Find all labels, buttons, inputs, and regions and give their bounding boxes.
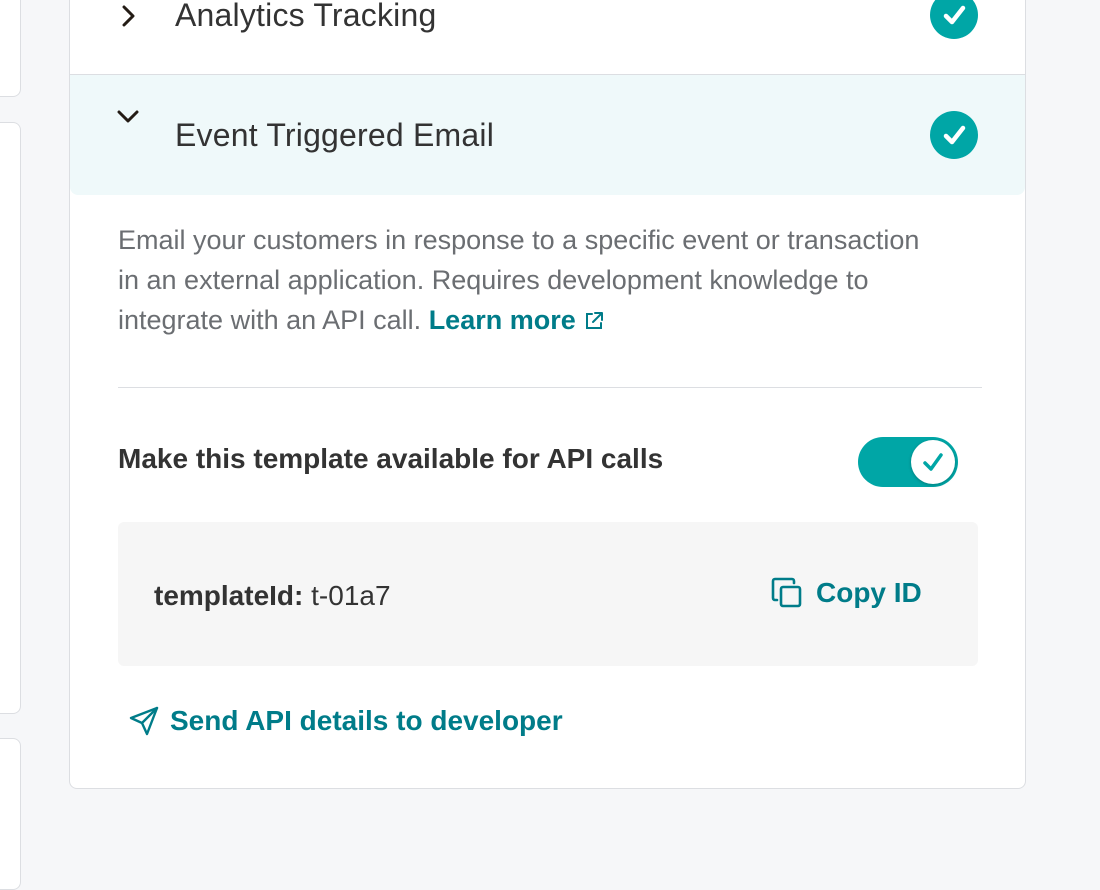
copy-id-button[interactable]: Copy ID bbox=[770, 576, 922, 610]
check-icon bbox=[923, 453, 943, 471]
toggle-knob bbox=[911, 440, 955, 484]
settings-panel: Analytics Tracking Event Triggered Email… bbox=[69, 0, 1026, 789]
left-card-top bbox=[0, 0, 21, 97]
copy-id-label: Copy ID bbox=[816, 577, 922, 608]
left-card-bottom bbox=[0, 738, 21, 890]
send-api-details-label: Send API details to developer bbox=[170, 705, 563, 736]
chevron-down-icon bbox=[117, 110, 139, 123]
copy-icon bbox=[771, 577, 802, 608]
learn-more-label: Learn more bbox=[428, 305, 576, 335]
analytics-tracking-check-icon bbox=[930, 0, 978, 39]
external-link-icon bbox=[585, 312, 603, 329]
api-toggle-label: Make this template available for API cal… bbox=[118, 443, 664, 474]
template-id-box: templateId: t-01a7 Copy ID bbox=[118, 522, 978, 666]
analytics-tracking-title: Analytics Tracking bbox=[175, 0, 437, 33]
template-id-key: templateId: bbox=[154, 580, 304, 611]
event-triggered-email-check-icon bbox=[930, 111, 978, 159]
learn-more-link[interactable]: Learn more bbox=[429, 305, 604, 335]
left-card-middle bbox=[0, 122, 21, 714]
template-id-value: t-01a7 bbox=[311, 580, 391, 611]
paper-plane-icon bbox=[129, 706, 159, 736]
template-id: templateId: t-01a7 bbox=[154, 580, 391, 612]
send-api-details-link[interactable]: Send API details to developer bbox=[128, 705, 563, 737]
event-email-description: Email your customers in response to a sp… bbox=[118, 220, 938, 340]
analytics-tracking-row[interactable]: Analytics Tracking bbox=[70, 0, 1025, 75]
section-divider bbox=[118, 387, 982, 388]
api-calls-toggle[interactable] bbox=[858, 437, 958, 487]
event-triggered-email-title: Event Triggered Email bbox=[175, 117, 495, 153]
chevron-right-icon bbox=[122, 5, 135, 27]
event-triggered-email-row[interactable]: Event Triggered Email bbox=[70, 75, 1025, 195]
